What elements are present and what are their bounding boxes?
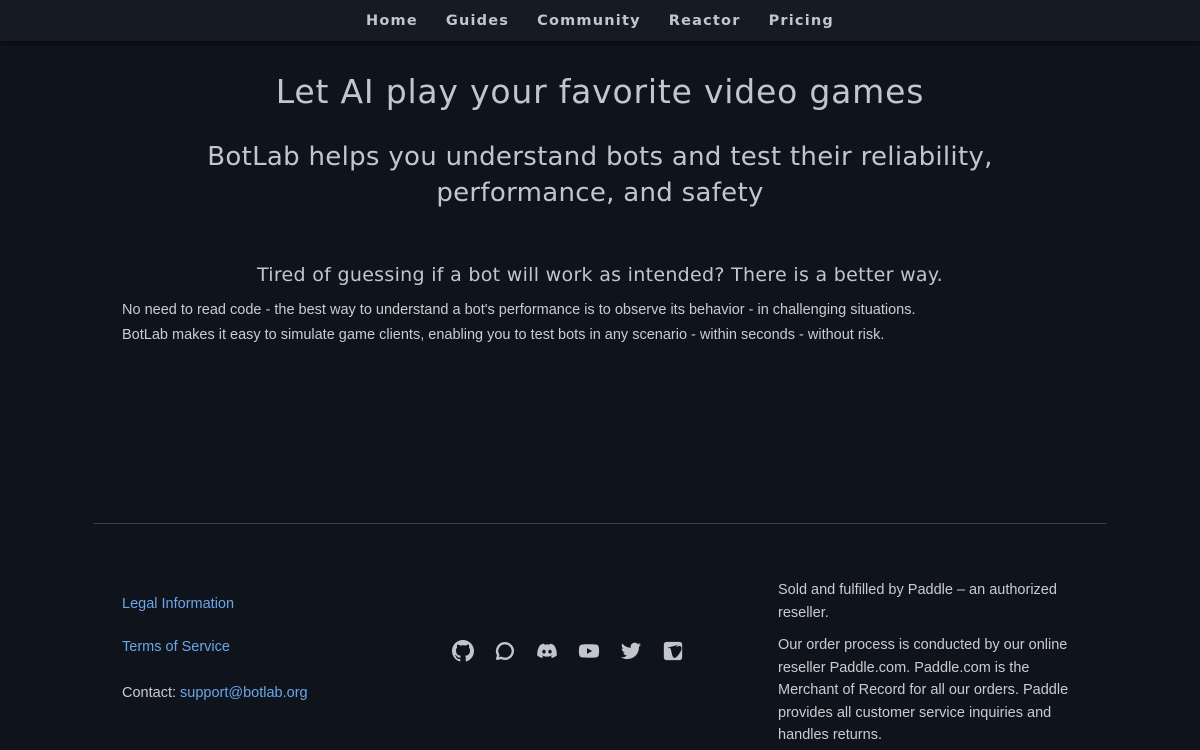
nav-reactor[interactable]: Reactor xyxy=(655,13,755,29)
youtube-icon[interactable] xyxy=(578,640,600,662)
page-subtitle: BotLab helps you understand bots and tes… xyxy=(207,142,993,208)
social-links xyxy=(452,640,684,662)
terms-of-service-link[interactable]: Terms of Service xyxy=(122,639,230,655)
nav-pricing[interactable]: Pricing xyxy=(755,13,848,29)
page-title: Let AI play your favorite video games xyxy=(275,72,925,111)
pitch-line-1: No need to read code - the best way to u… xyxy=(122,302,916,318)
vimeo-icon[interactable] xyxy=(662,640,684,662)
reseller-details: Our order process is conducted by our on… xyxy=(778,637,1069,743)
contact-label: Contact: xyxy=(122,685,181,701)
discord-icon[interactable] xyxy=(536,640,558,662)
nav-home[interactable]: Home xyxy=(352,13,432,29)
nav-guides[interactable]: Guides xyxy=(432,13,523,29)
top-navigation: Home Guides Community Reactor Pricing xyxy=(0,0,1200,41)
contact-info: Contact: support@botlab.org xyxy=(122,685,308,701)
pitch-heading: Tired of guessing if a bot will work as … xyxy=(256,264,944,286)
hero-section: Let AI play your favorite video games Bo… xyxy=(0,70,1200,211)
twitter-icon[interactable] xyxy=(620,640,642,662)
chat-bubble-icon[interactable] xyxy=(494,640,516,662)
nav-community[interactable]: Community xyxy=(523,13,655,29)
footer-divider xyxy=(94,523,1106,524)
pitch-section: Tired of guessing if a bot will work as … xyxy=(0,262,1200,347)
reseller-info: Sold and fulfilled by Paddle – an author… xyxy=(778,579,1088,747)
contact-email-link[interactable]: support@botlab.org xyxy=(180,685,308,701)
pitch-line-2: BotLab makes it easy to simulate game cl… xyxy=(122,326,885,343)
legal-information-link[interactable]: Legal Information xyxy=(122,596,234,612)
github-icon[interactable] xyxy=(452,640,474,662)
reseller-note: Sold and fulfilled by Paddle – an author… xyxy=(778,582,1057,621)
